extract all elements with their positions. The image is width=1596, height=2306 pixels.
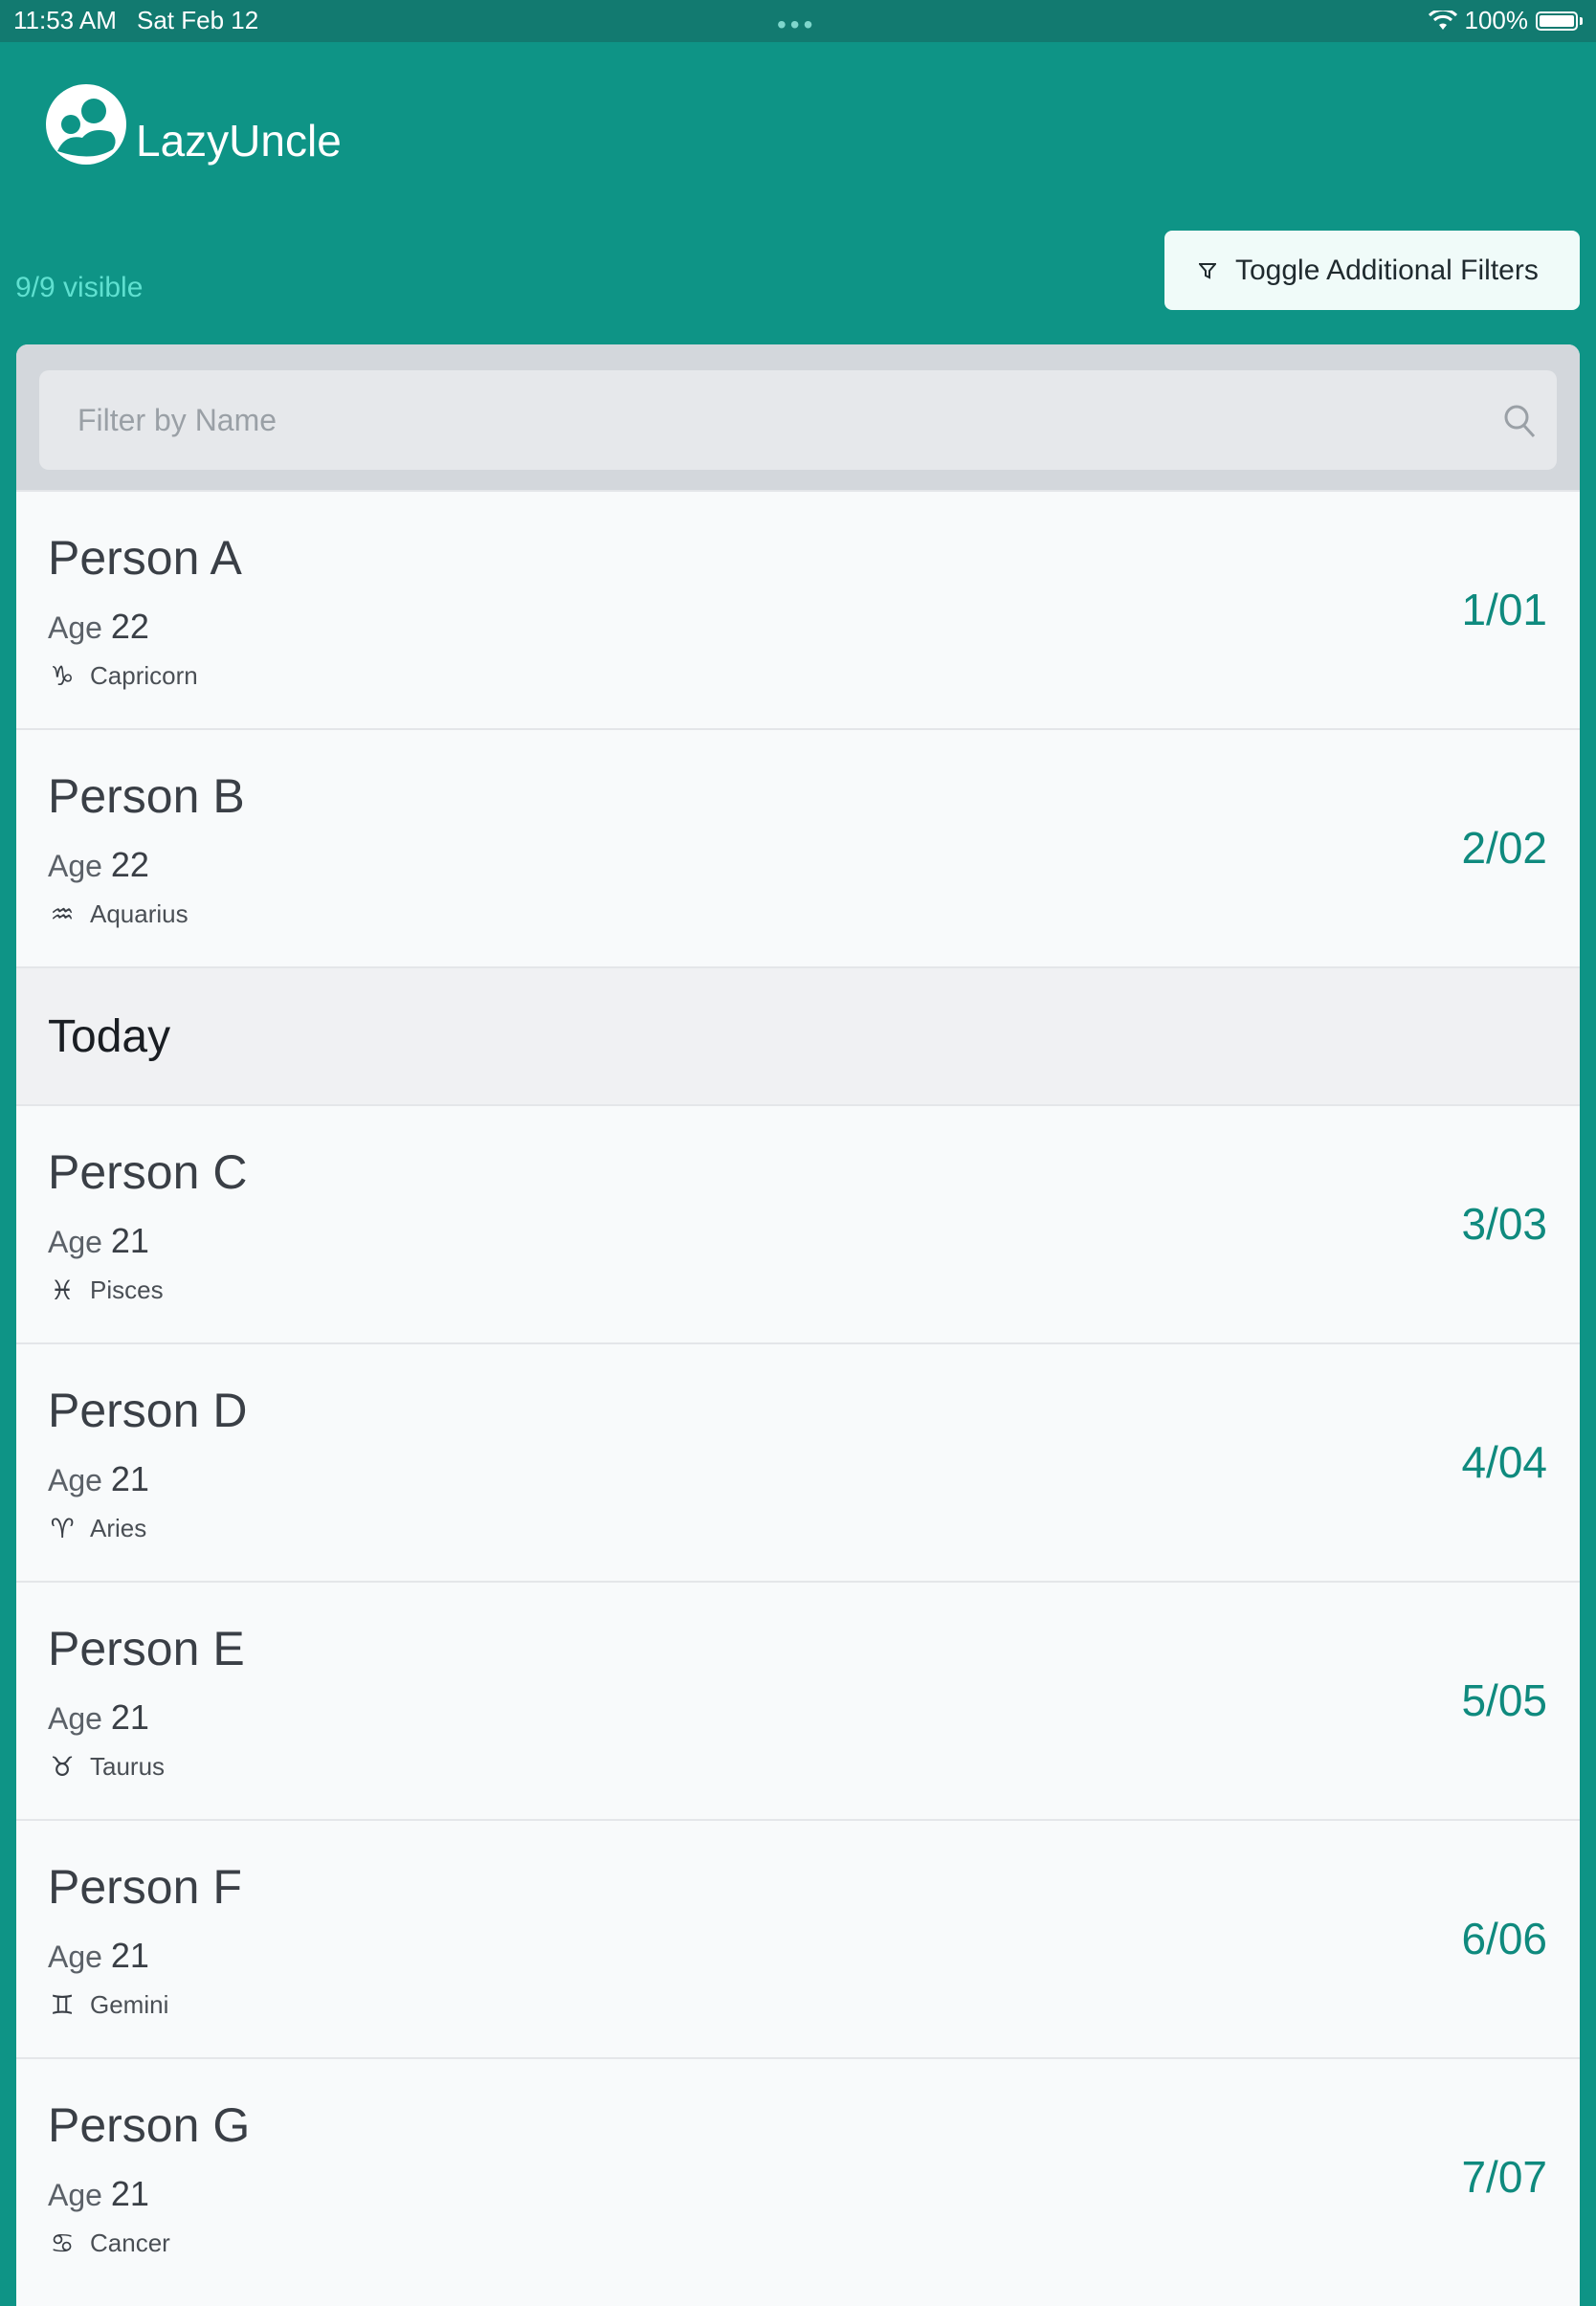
age-label: Age (48, 1701, 102, 1736)
sign-name: Cancer (90, 2228, 170, 2257)
status-bar: 11:53 AM Sat Feb 12 ••• 100% (0, 0, 1596, 42)
age-value: 21 (110, 1697, 149, 1737)
zodiac-sign: ♈︎ Aries (48, 1513, 146, 1544)
sign-name: Aquarius (90, 899, 188, 928)
toggle-filters-label: Toggle Additional Filters (1235, 254, 1539, 286)
person-age: Age 21 (48, 2174, 149, 2214)
zodiac-sign: ♉︎ Taurus (48, 1751, 165, 1783)
capricorn-icon: ♑︎ (50, 660, 75, 692)
birthday-date: 5/05 (1461, 1675, 1547, 1725)
person-row[interactable]: Person D Age 21 ♈︎ Aries 4/04 (16, 1342, 1580, 1581)
person-age: Age 22 (48, 607, 149, 647)
person-row[interactable]: Person G Age 21 ♋︎ Cancer 7/07 (16, 2057, 1580, 2295)
person-row[interactable]: Person F Age 21 ♊︎ Gemini 6/06 (16, 1819, 1580, 2057)
age-label: Age (48, 849, 102, 883)
visible-count: 9/9 visible (15, 272, 144, 303)
status-time: 11:53 AM (13, 6, 117, 34)
lazyuncle-logo-icon (46, 84, 126, 165)
person-age: Age 22 (48, 845, 149, 885)
person-name: Person D (48, 1384, 248, 1437)
birthday-date: 2/02 (1461, 823, 1547, 873)
person-age: Age 21 (48, 1697, 149, 1738)
list-before-today: Person A Age 22 ♑︎ Capricorn 1/01 Person … (16, 490, 1580, 966)
sign-name: Capricorn (90, 661, 198, 690)
taurus-icon: ♉︎ (50, 1751, 75, 1783)
person-age: Age 21 (48, 1936, 149, 1976)
birthday-date: 6/06 (1461, 1914, 1547, 1963)
multitasking-dots-icon[interactable]: ••• (777, 10, 816, 40)
people-list-panel: Person A Age 22 ♑︎ Capricorn 1/01 Person … (16, 344, 1580, 2306)
battery-icon (1536, 11, 1578, 31)
age-value: 21 (110, 1936, 149, 1975)
app-name: LazyUncle (136, 116, 342, 166)
sign-name: Pisces (90, 1275, 164, 1304)
search-bar-area (16, 344, 1580, 490)
zodiac-sign: ♋︎ Cancer (48, 2228, 170, 2259)
person-name: Person E (48, 1622, 245, 1675)
age-label: Age (48, 2178, 102, 2212)
sign-name: Taurus (90, 1752, 166, 1781)
gemini-icon: ♊︎ (50, 1989, 75, 2021)
battery-percent: 100% (1464, 6, 1529, 34)
aries-icon: ♈︎ (50, 1513, 75, 1544)
list-after-today: Person C Age 21 ♓︎ Pisces 3/03 Person D A… (16, 1104, 1580, 2295)
sign-name: Aries (90, 1514, 147, 1542)
zodiac-sign: ♑︎ Capricorn (48, 660, 198, 692)
app-header: LazyUncle 9/9 visible Toggle Additional … (0, 42, 1596, 346)
sign-name: Gemini (90, 1990, 169, 2019)
age-value: 22 (110, 607, 149, 646)
age-label: Age (48, 1463, 102, 1497)
zodiac-sign: ♒︎ Aquarius (48, 898, 188, 930)
age-value: 21 (110, 1459, 149, 1498)
birthday-date: 3/03 (1461, 1199, 1547, 1249)
person-row[interactable]: Person B Age 22 ♒︎ Aquarius 2/02 (16, 728, 1580, 966)
cancer-icon: ♋︎ (50, 2228, 75, 2259)
section-title: Today (48, 1011, 171, 1062)
person-name: Person G (48, 2098, 251, 2152)
zodiac-sign: ♊︎ Gemini (48, 1989, 168, 2021)
age-label: Age (48, 1225, 102, 1259)
birthday-date: 7/07 (1461, 2152, 1547, 2202)
age-label: Age (48, 1940, 102, 1974)
person-name: Person B (48, 769, 245, 823)
birthday-date: 4/04 (1461, 1437, 1547, 1487)
person-name: Person F (48, 1860, 242, 1914)
person-name: Person C (48, 1145, 248, 1199)
wifi-icon (1428, 10, 1457, 30)
search-input[interactable] (39, 370, 1557, 470)
section-header-today: Today (16, 966, 1580, 1104)
person-row[interactable]: Person E Age 21 ♉︎ Taurus 5/05 (16, 1581, 1580, 1819)
age-value: 21 (110, 1221, 149, 1260)
pisces-icon: ♓︎ (50, 1275, 75, 1306)
toggle-filters-button[interactable]: Toggle Additional Filters (1164, 231, 1580, 310)
birthday-date: 1/01 (1461, 585, 1547, 634)
person-age: Age 21 (48, 1221, 149, 1261)
status-right: 100% (1428, 6, 1583, 35)
age-label: Age (48, 610, 102, 645)
person-name: Person A (48, 531, 242, 585)
person-row[interactable]: Person A Age 22 ♑︎ Capricorn 1/01 (16, 490, 1580, 728)
age-value: 21 (110, 2174, 149, 2213)
status-date: Sat Feb 12 (137, 6, 259, 34)
search-icon[interactable] (1503, 404, 1536, 438)
battery-nub (1580, 16, 1583, 25)
aquarius-icon: ♒︎ (50, 898, 75, 930)
zodiac-sign: ♓︎ Pisces (48, 1275, 164, 1306)
person-row[interactable]: Person C Age 21 ♓︎ Pisces 3/03 (16, 1104, 1580, 1342)
filter-icon (1199, 262, 1216, 279)
person-age: Age 21 (48, 1459, 149, 1499)
age-value: 22 (110, 845, 149, 884)
